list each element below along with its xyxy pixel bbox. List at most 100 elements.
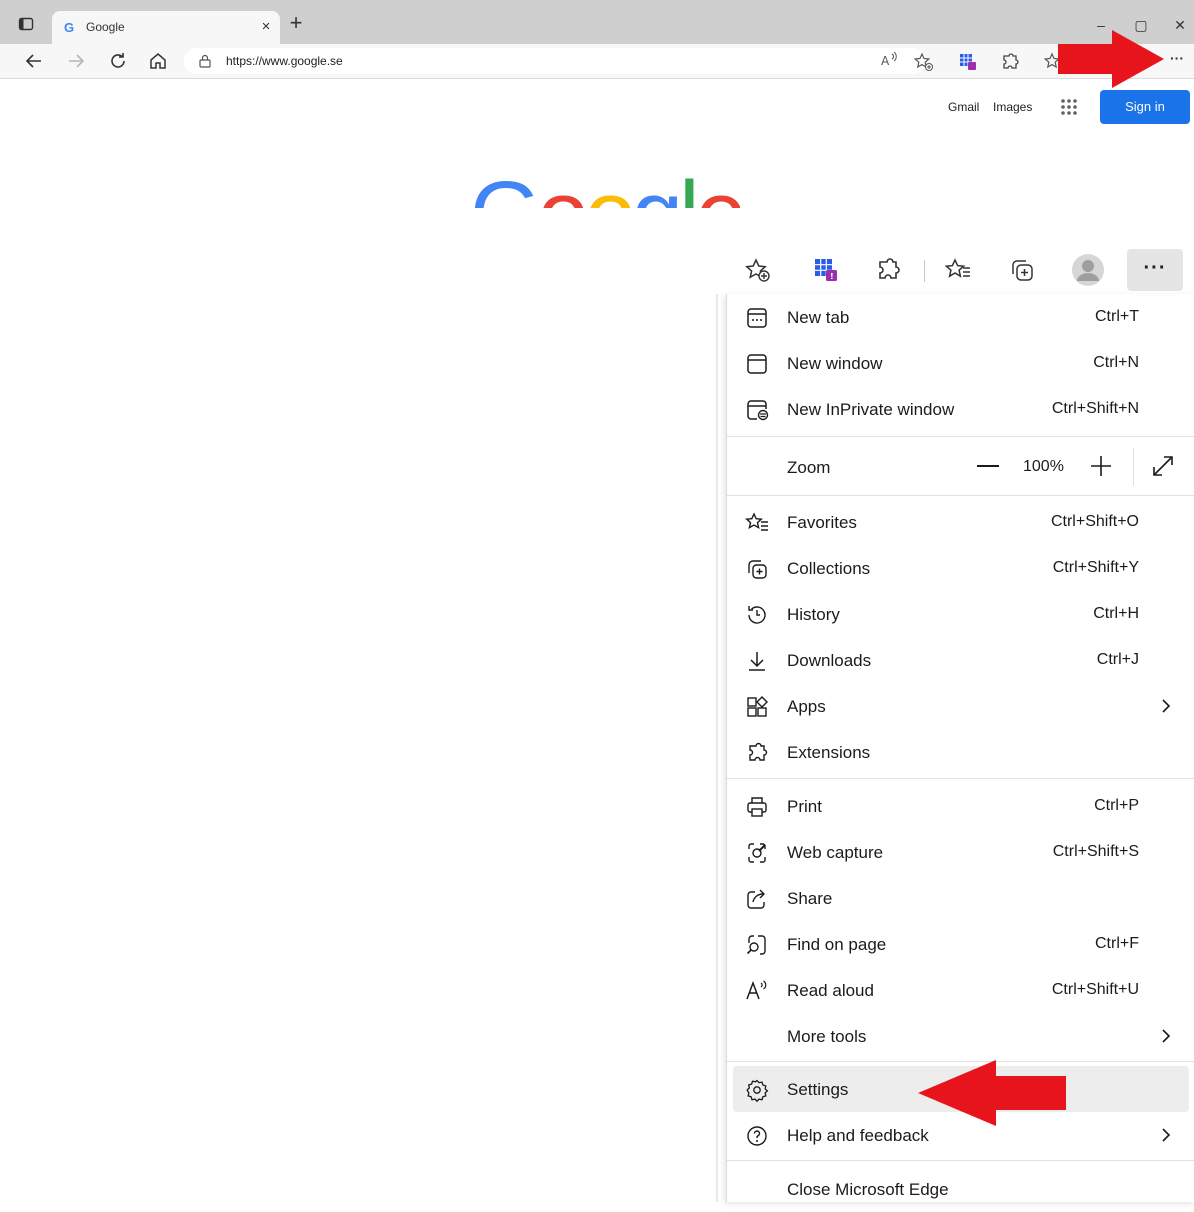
zoom-out-button[interactable] xyxy=(977,465,999,467)
menu-item-web-capture[interactable]: Web capture Ctrl+Shift+S xyxy=(727,829,1194,875)
menu-item-label: New window xyxy=(787,354,883,373)
close-window-button[interactable]: ✕ xyxy=(1166,10,1194,40)
menu-item-downloads[interactable]: Downloads Ctrl+J xyxy=(727,637,1194,683)
gear-icon xyxy=(745,1078,769,1102)
google-apps-icon[interactable] xyxy=(1060,98,1078,116)
menu-separator xyxy=(727,778,1194,779)
add-favorite-toolbar-icon[interactable] xyxy=(914,52,934,72)
favorites-add-icon[interactable] xyxy=(744,256,772,284)
menu-item-label: New InPrivate window xyxy=(787,400,955,419)
menu-item-close-microsoft-edge[interactable]: Close Microsoft Edge xyxy=(727,1166,1194,1212)
menu-item-print[interactable]: Print Ctrl+P xyxy=(727,783,1194,829)
collections-icon[interactable] xyxy=(1008,256,1036,284)
menu-item-label: Help and feedback xyxy=(787,1126,929,1145)
menu-item-zoom: Zoom 100% xyxy=(727,444,1194,490)
menu-item-label: Find on page xyxy=(787,935,887,954)
menu-item-extensions[interactable]: Extensions xyxy=(727,729,1194,775)
extensions-icon[interactable] xyxy=(874,256,902,284)
menu-item-shortcut: Ctrl+F xyxy=(1095,935,1139,952)
extensions-icon xyxy=(745,741,769,765)
download-icon xyxy=(745,649,769,673)
menu-item-label: Collections xyxy=(787,559,871,578)
zoom-level: 100% xyxy=(1023,458,1064,475)
menu-item-label: Close Microsoft Edge xyxy=(787,1180,949,1199)
menu-item-label: Zoom xyxy=(787,458,831,477)
address-bar[interactable]: https://www.google.se xyxy=(184,48,926,74)
collections-icon xyxy=(745,557,769,581)
read-aloud-toolbar-icon[interactable]: A xyxy=(880,50,900,70)
forward-icon[interactable] xyxy=(64,49,88,73)
more-icon[interactable]: ··· xyxy=(1127,249,1183,291)
google-logo-letter: g xyxy=(632,163,683,208)
print-icon xyxy=(745,795,769,819)
menu-item-shortcut: Ctrl+P xyxy=(1094,797,1139,814)
gmail-link[interactable]: Gmail xyxy=(948,100,979,114)
extensions-toolbar-icon[interactable] xyxy=(1000,52,1020,72)
menu-item-label: Apps xyxy=(787,697,826,716)
menu-item-apps[interactable]: Apps xyxy=(727,683,1194,729)
new-tab-icon xyxy=(745,306,769,330)
zoom-in-button[interactable] xyxy=(1089,454,1113,478)
menu-item-new-inprivate-window[interactable]: New InPrivate window Ctrl+Shift+N xyxy=(727,386,1194,432)
google-logo-letter: e xyxy=(696,163,740,208)
google-logo-letter: G xyxy=(470,163,542,208)
menu-separator xyxy=(727,495,1194,496)
office-toolbar-icon[interactable] xyxy=(958,52,978,72)
menu-item-collections[interactable]: Collections Ctrl+Shift+Y xyxy=(727,545,1194,591)
new-tab-button[interactable]: + xyxy=(285,12,307,35)
home-icon[interactable] xyxy=(146,49,170,73)
refresh-icon[interactable] xyxy=(106,49,130,73)
menu-item-shortcut: Ctrl+Shift+S xyxy=(1052,843,1139,860)
menu-toolbar: ! ··· xyxy=(716,246,1194,294)
web-capture-icon xyxy=(745,841,769,865)
sign-in-button[interactable]: Sign in xyxy=(1100,90,1190,124)
profile-avatar[interactable] xyxy=(1072,254,1104,286)
url-text[interactable]: https://www.google.se xyxy=(226,54,343,68)
favorites-icon xyxy=(745,511,769,535)
menu-item-shortcut: Ctrl+Shift+N xyxy=(1051,400,1139,417)
find-on-page-icon xyxy=(745,933,769,957)
menu-item-label: Downloads xyxy=(787,651,872,670)
menu-item-read-aloud[interactable]: Read aloud Ctrl+Shift+U xyxy=(727,967,1194,1013)
menu-item-history[interactable]: History Ctrl+H xyxy=(727,591,1194,637)
lock-icon[interactable] xyxy=(198,54,212,68)
menu-separator xyxy=(727,436,1194,437)
tab-google[interactable]: G Google × xyxy=(52,11,280,44)
share-icon xyxy=(745,887,769,911)
menu-item-label: Favorites xyxy=(787,513,857,532)
back-icon[interactable] xyxy=(22,49,46,73)
menu-item-share[interactable]: Share xyxy=(727,875,1194,921)
menu-item-favorites[interactable]: Favorites Ctrl+Shift+O xyxy=(727,499,1194,545)
google-logo-letter: o xyxy=(538,163,589,208)
menu-item-new-window[interactable]: New window Ctrl+N xyxy=(727,340,1194,386)
toolbar-separator xyxy=(924,260,925,282)
menu-item-find-on-page[interactable]: Find on page Ctrl+F xyxy=(727,921,1194,967)
new-window-icon xyxy=(745,352,769,376)
menu-item-shortcut: Ctrl+Shift+O xyxy=(1050,513,1139,530)
favorites-icon[interactable] xyxy=(944,256,972,284)
tab-actions-icon[interactable] xyxy=(18,16,34,32)
office-apps-icon[interactable]: ! xyxy=(812,256,840,284)
menu-item-label: Read aloud xyxy=(787,981,874,1000)
menu-item-new-tab[interactable]: New tab Ctrl+T xyxy=(727,294,1194,340)
menu-separator xyxy=(727,1160,1194,1161)
menu-item-shortcut: Ctrl+H xyxy=(1093,605,1139,622)
help-icon xyxy=(745,1124,769,1148)
menu-item-label: Print xyxy=(787,797,822,816)
google-logo-letter: l xyxy=(679,163,700,208)
menu-item-more-tools[interactable]: More tools xyxy=(727,1013,1194,1059)
menu-item-label: History xyxy=(787,605,840,624)
history-icon xyxy=(745,603,769,627)
menu-item-shortcut: Ctrl+T xyxy=(1095,308,1139,325)
tab-close-icon[interactable]: × xyxy=(256,17,276,37)
chevron-right-icon xyxy=(1157,695,1175,717)
annotation-arrow-settings xyxy=(918,1060,1066,1126)
fullscreen-icon[interactable] xyxy=(1151,454,1175,478)
zoom-separator xyxy=(1133,448,1134,486)
tab-bar: G Google × + – ▢ ✕ xyxy=(0,0,1194,44)
google-favicon-icon: G xyxy=(64,20,75,35)
settings-and-more-button[interactable]: ··· xyxy=(1170,50,1190,70)
images-link[interactable]: Images xyxy=(993,100,1032,114)
annotation-arrow-more xyxy=(1058,30,1164,88)
menu-item-label: Web capture xyxy=(787,843,884,862)
